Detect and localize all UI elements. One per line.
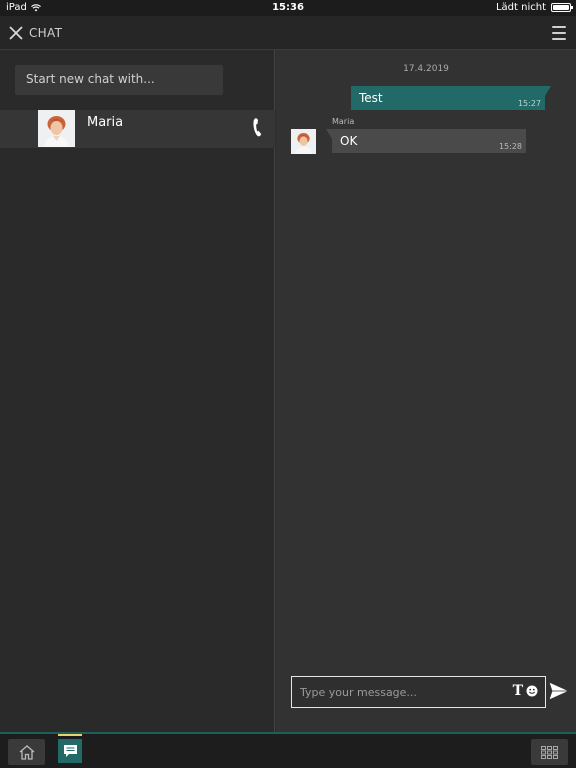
grid-icon xyxy=(541,745,558,759)
top-bar: CHAT xyxy=(0,16,576,50)
emoji-icon[interactable] xyxy=(526,685,538,697)
bottom-nav-bar xyxy=(0,732,576,768)
contact-name: Maria xyxy=(87,115,124,130)
hamburger-menu-icon xyxy=(552,26,566,28)
phone-icon[interactable] xyxy=(251,116,265,138)
message-sender: Maria xyxy=(332,117,355,126)
conversation-pane: 17.4.2019 Test 15:27 Maria OK 15:28 T xyxy=(276,50,576,732)
status-bar: iPad 15:36 Lädt nicht xyxy=(0,0,576,16)
contact-item-maria[interactable]: Maria xyxy=(0,110,275,148)
send-icon[interactable] xyxy=(548,681,570,701)
menu-button[interactable] xyxy=(552,26,566,40)
tab-chat[interactable] xyxy=(58,734,82,764)
message-time: 15:27 xyxy=(517,99,541,108)
new-chat-input[interactable]: Start new chat with... xyxy=(15,65,223,95)
close-icon xyxy=(9,26,23,40)
home-icon xyxy=(19,745,34,760)
conversation-date: 17.4.2019 xyxy=(403,64,449,74)
battery-status-text: Lädt nicht xyxy=(495,2,546,13)
message-input[interactable] xyxy=(292,677,492,707)
message-time: 15:28 xyxy=(498,142,522,151)
incoming-message[interactable]: OK 15:28 xyxy=(326,129,526,153)
chat-list-pane: Start new chat with... Maria xyxy=(0,50,275,732)
close-chat-button[interactable]: CHAT xyxy=(9,24,69,42)
outgoing-message[interactable]: Test 15:27 xyxy=(351,86,551,110)
apps-button[interactable] xyxy=(531,739,568,765)
avatar xyxy=(38,110,75,147)
clock: 15:36 xyxy=(272,2,304,13)
home-button[interactable] xyxy=(8,739,45,765)
battery-icon xyxy=(551,3,573,12)
avatar xyxy=(291,129,316,154)
message-compose-box: T xyxy=(291,676,546,708)
chat-icon xyxy=(63,745,77,757)
text-format-button[interactable]: T xyxy=(513,683,523,699)
message-text: Test xyxy=(359,91,383,105)
active-tab-indicator xyxy=(58,734,82,736)
message-text: OK xyxy=(340,134,358,148)
page-title: CHAT xyxy=(29,26,63,40)
